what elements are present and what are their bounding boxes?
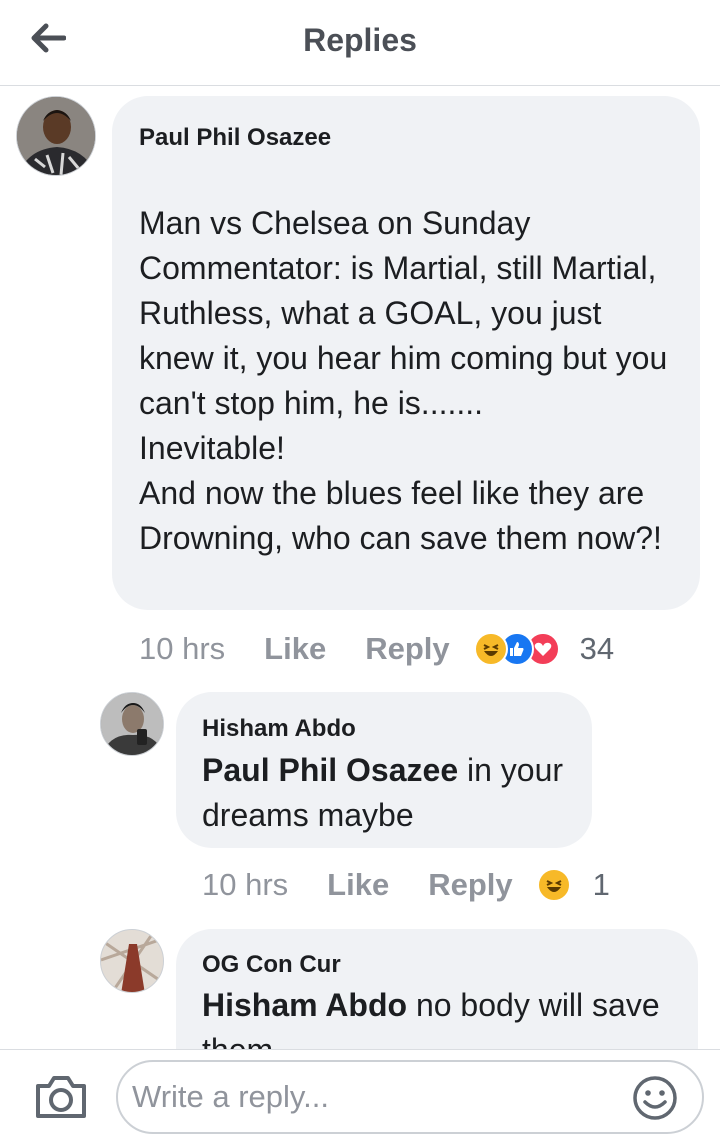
comment-text: Paul Phil Osazee in your dreams maybe (202, 748, 582, 838)
comment-bubble[interactable]: Hisham Abdo Paul Phil Osazee in your dre… (176, 692, 592, 848)
comment-text: Man vs Chelsea on Sunday Commentator: is… (139, 205, 668, 556)
mention-link[interactable]: Paul Phil Osazee (202, 752, 458, 788)
like-button[interactable]: Like (327, 867, 389, 903)
replies-thread[interactable]: Paul Phil Osazee Man vs Chelsea on Sunda… (0, 87, 720, 1049)
reactions[interactable] (473, 632, 560, 666)
comment-text: Hisham Abdo no body will save them (202, 983, 692, 1049)
comment-actions: 10 hrs Like Reply 34 (139, 627, 614, 671)
like-button[interactable]: Like (264, 631, 326, 667)
comment-author[interactable]: Hisham Abdo (202, 715, 356, 743)
comment-time[interactable]: 10 hrs (202, 867, 288, 903)
comment-bubble[interactable]: Paul Phil Osazee Man vs Chelsea on Sunda… (112, 96, 700, 610)
reply-input[interactable] (132, 1072, 622, 1122)
reply-composer (0, 1049, 720, 1139)
mention-link[interactable]: Hisham Abdo (202, 987, 407, 1023)
comment-time[interactable]: 10 hrs (139, 631, 225, 667)
reply-button[interactable]: Reply (365, 631, 449, 667)
haha-reaction-icon (473, 632, 508, 666)
emoji-button[interactable] (632, 1075, 678, 1121)
camera-icon (36, 1076, 86, 1118)
comment-author[interactable]: OG Con Cur (202, 951, 341, 979)
haha-reaction-icon (536, 868, 571, 902)
comment-actions: 10 hrs Like Reply 1 (202, 863, 610, 907)
comment-bubble[interactable]: OG Con Cur Hisham Abdo no body will save… (176, 929, 698, 1049)
reply-input-box[interactable] (116, 1060, 704, 1134)
reply-button[interactable]: Reply (428, 867, 512, 903)
page-title: Replies (303, 22, 417, 58)
reaction-count[interactable]: 34 (580, 631, 614, 667)
comment-author[interactable]: Paul Phil Osazee (139, 124, 331, 152)
avatar[interactable] (100, 692, 164, 756)
emoji-icon (633, 1076, 677, 1120)
camera-button[interactable] (34, 1074, 88, 1120)
avatar[interactable] (100, 929, 164, 993)
top-bar: Replies (0, 0, 720, 86)
avatar[interactable] (16, 96, 96, 176)
reactions[interactable] (536, 868, 571, 902)
reaction-count[interactable]: 1 (593, 867, 610, 903)
